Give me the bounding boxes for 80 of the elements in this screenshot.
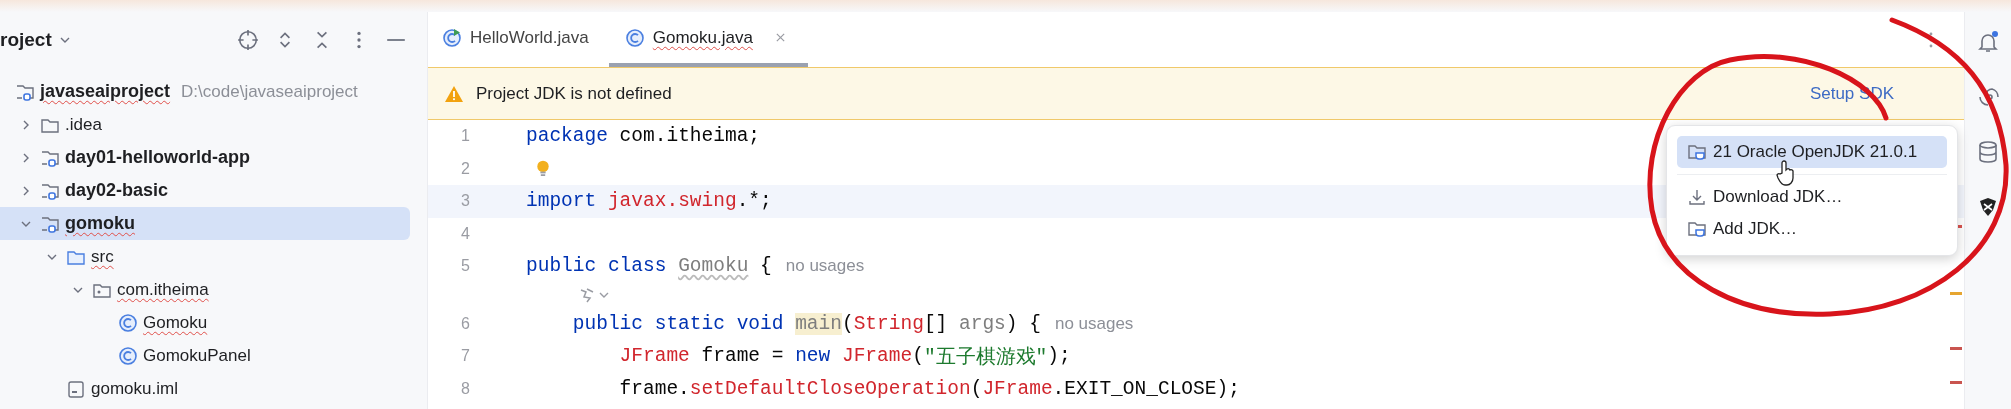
- lightbulb-icon[interactable]: [536, 158, 550, 179]
- editor-tab[interactable]: HelloWorld.java: [428, 12, 609, 67]
- code-token: frame =: [700, 345, 785, 368]
- hand-cursor-icon: [1776, 160, 1796, 186]
- class-icon: [118, 312, 138, 333]
- tree-item-label: com.itheima: [117, 279, 209, 300]
- code-token: main: [795, 312, 842, 335]
- code-token: );: [1047, 345, 1071, 368]
- code-token: JFrame: [841, 345, 913, 368]
- download-icon: [1687, 187, 1707, 207]
- project-path: D:\code\javaseaiproject: [181, 81, 358, 102]
- tree-item-label: javaseaiproject: [40, 81, 171, 102]
- code-token: []: [923, 312, 949, 335]
- tree-item-label: day01-helloworld-app: [65, 147, 251, 168]
- line-number: 2: [461, 159, 470, 178]
- close-icon[interactable]: [774, 32, 786, 43]
- code-token: public class: [526, 255, 668, 278]
- code-token: (: [841, 312, 854, 335]
- code-token: {: [759, 255, 772, 278]
- tree-item[interactable]: GomokuPanel: [0, 339, 410, 372]
- warning-stripe-marker[interactable]: [1950, 292, 1962, 295]
- code-token: package: [526, 125, 608, 148]
- code-token: ) {: [1005, 312, 1041, 335]
- tree-item-label: Gomoku: [143, 312, 208, 333]
- menu-item[interactable]: 21 Oracle OpenJDK 21.0.1: [1677, 136, 1947, 168]
- code-token: .EXIT_ON_CLOSE);: [1052, 377, 1240, 400]
- code-token: JFrame: [982, 377, 1053, 400]
- code-token: new: [795, 345, 832, 368]
- jdk-folder-icon: [1687, 142, 1707, 162]
- code-token: (: [912, 345, 924, 368]
- tree-item[interactable]: day02-basic: [0, 174, 410, 207]
- code-token: frame.: [618, 377, 690, 400]
- spiral-icon[interactable]: [1976, 85, 2000, 109]
- crosshair-icon[interactable]: [237, 29, 259, 51]
- code-token: import: [526, 190, 598, 213]
- tree-item[interactable]: com.itheima: [0, 273, 410, 306]
- tree-item[interactable]: day01-helloworld-app: [0, 141, 410, 174]
- panel-title[interactable]: roject: [0, 29, 52, 51]
- line-number: 3: [461, 192, 470, 211]
- error-stripe-marker[interactable]: [1950, 347, 1962, 350]
- tree-item-label: .idea: [65, 114, 102, 135]
- tree-item[interactable]: gomoku.iml: [0, 372, 410, 405]
- tree-item-label: gomoku: [65, 213, 135, 234]
- tree-item-label: day02-basic: [65, 180, 169, 201]
- line-number: 6: [461, 314, 470, 333]
- class-icon: [624, 27, 645, 48]
- line-number: 1: [461, 127, 470, 146]
- code-token: .*;: [736, 190, 772, 213]
- code-token: "五子棋游戏": [923, 345, 1048, 370]
- tree-item-label: src: [91, 246, 114, 267]
- tree-item[interactable]: .idea: [0, 108, 410, 141]
- code-token: (: [970, 377, 983, 400]
- file-icon: [66, 378, 86, 399]
- code-token: Gomoku: [678, 255, 749, 278]
- bell-icon[interactable]: [1976, 30, 2000, 54]
- tree-item-label: gomoku.iml: [91, 378, 178, 399]
- line-number: 4: [461, 224, 470, 243]
- jdk-folder-icon: [1687, 219, 1707, 239]
- menu-item[interactable]: Add JDK…: [1677, 213, 1947, 245]
- class-icon: [442, 27, 462, 48]
- tree-item[interactable]: gomoku: [0, 207, 410, 240]
- tree-item[interactable]: javaseaiproject D:\code\javaseaiproject: [0, 75, 410, 108]
- line-number: 7: [461, 347, 470, 366]
- code-token: args: [959, 312, 1006, 335]
- code-token: com.itheima;: [618, 125, 761, 148]
- tree-item[interactable]: Gomoku: [0, 306, 410, 339]
- error-stripe-marker[interactable]: [1950, 381, 1962, 384]
- tree-item-label: GomokuPanel: [143, 345, 251, 366]
- line-number: 8: [461, 379, 470, 398]
- database-icon[interactable]: [1976, 140, 2000, 164]
- code-token: setDefaultCloseOperation: [689, 377, 971, 400]
- code-token: public static void: [571, 312, 785, 335]
- code-token: javax.swing: [607, 190, 737, 213]
- warning-message: Project JDK is not defined: [476, 83, 672, 104]
- code-token: JFrame: [618, 345, 690, 368]
- class-icon: [118, 345, 138, 366]
- line-number: 5: [461, 257, 470, 276]
- code-token: String: [853, 312, 924, 335]
- menu-item[interactable]: Download JDK…: [1677, 181, 1947, 213]
- tree-item[interactable]: src: [0, 240, 410, 273]
